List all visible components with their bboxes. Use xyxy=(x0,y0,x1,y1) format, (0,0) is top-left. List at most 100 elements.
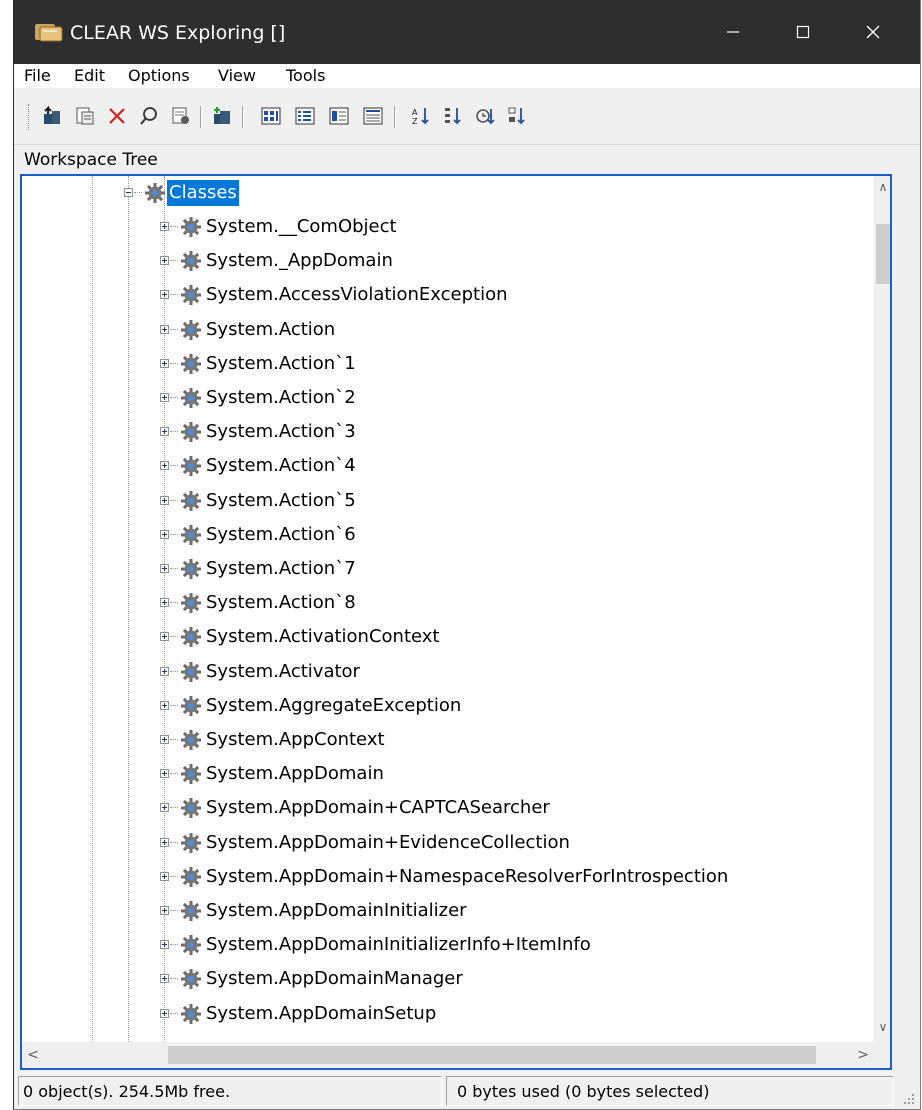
sort-order-button[interactable] xyxy=(506,105,528,127)
expand-toggle[interactable] xyxy=(160,940,169,950)
expand-toggle[interactable] xyxy=(160,290,169,300)
tree-row[interactable]: System.AggregateException xyxy=(22,689,874,723)
expand-toggle[interactable] xyxy=(160,461,169,471)
tree-node-label: System.Action`8 xyxy=(206,592,356,614)
tree-row[interactable]: System.Action`2 xyxy=(22,381,874,415)
resize-grip-icon[interactable] xyxy=(898,1088,916,1106)
tree-connector xyxy=(170,533,178,535)
up-folder-button[interactable] xyxy=(42,105,64,127)
tree-node-label: System.AccessViolationException xyxy=(206,284,508,306)
tree-node-label: System.Action`4 xyxy=(206,455,356,477)
tree-row[interactable]: System._AppDomain xyxy=(22,244,874,278)
tree-row[interactable]: System.ActivationContext xyxy=(22,620,874,654)
tree-row[interactable]: System.Action`8 xyxy=(22,586,874,620)
tree-row[interactable]: System.Action`4 xyxy=(22,449,874,483)
tree-row[interactable]: System.AppDomain+CAPTCASearcher xyxy=(22,791,874,825)
tree-row[interactable]: System.Action`1 xyxy=(22,347,874,381)
scroll-right-button[interactable]: > xyxy=(854,1046,872,1064)
tree-connector xyxy=(170,568,178,569)
tree-row[interactable]: System.AppDomainInitializerInfo+ItemInfo xyxy=(22,928,874,962)
tree-row[interactable]: System.AppContext xyxy=(22,723,874,757)
tree-row[interactable]: System.Action`7 xyxy=(22,552,874,586)
refresh-sort-button[interactable] xyxy=(474,105,496,127)
tree-row[interactable]: System.__ComObject xyxy=(22,210,874,244)
tree-row[interactable]: System.AppDomain+EvidenceCollection xyxy=(22,826,874,860)
tree-row[interactable]: System.Action xyxy=(22,313,874,347)
sort-descending-button[interactable] xyxy=(442,105,464,127)
expand-toggle[interactable] xyxy=(160,906,169,915)
title-bar[interactable]: CLEAR WS Exploring [] xyxy=(14,0,920,64)
tree-row[interactable]: System.Action`5 xyxy=(22,484,874,518)
expand-toggle[interactable] xyxy=(160,427,169,437)
expand-toggle[interactable] xyxy=(160,769,169,779)
toolbar-separator xyxy=(242,106,244,128)
tree-connector xyxy=(170,499,178,501)
tree-root-row[interactable]: Classes xyxy=(22,176,874,210)
expand-toggle[interactable] xyxy=(160,495,169,505)
maximize-icon xyxy=(796,25,810,39)
vertical-scrollbar[interactable]: ∧ ∨ xyxy=(874,176,890,1042)
delete-button[interactable] xyxy=(106,105,128,127)
process-button[interactable] xyxy=(170,105,192,127)
toolbar-grip[interactable] xyxy=(28,104,32,130)
close-button[interactable] xyxy=(838,0,908,64)
class-gear-icon xyxy=(181,319,201,340)
menu-file[interactable]: File xyxy=(20,64,55,88)
expand-toggle[interactable] xyxy=(160,529,169,539)
expand-toggle[interactable] xyxy=(160,598,169,608)
expand-toggle[interactable] xyxy=(160,803,169,813)
expand-toggle[interactable] xyxy=(160,871,169,881)
new-folder-button[interactable] xyxy=(212,105,234,127)
large-icons-button[interactable] xyxy=(260,105,282,127)
horizontal-scroll-thumb[interactable] xyxy=(168,1046,816,1064)
small-icons-button[interactable] xyxy=(294,105,316,127)
expand-toggle[interactable] xyxy=(160,324,169,334)
expand-toggle[interactable] xyxy=(160,700,169,710)
expand-toggle[interactable] xyxy=(160,564,169,573)
expand-toggle[interactable] xyxy=(160,974,169,984)
properties-button[interactable] xyxy=(74,105,96,127)
minimize-button[interactable] xyxy=(698,0,768,64)
workspace-tree[interactable]: Classes System.__ComObject System._AppDom… xyxy=(20,174,892,1070)
expand-toggle[interactable] xyxy=(160,735,169,744)
details-view-button[interactable] xyxy=(362,105,384,127)
tree-row[interactable]: System.AppDomainInitializer xyxy=(22,894,874,928)
scroll-down-button[interactable]: ∨ xyxy=(876,1018,890,1036)
find-button[interactable] xyxy=(138,105,160,127)
tree-row[interactable]: System.AccessViolationException xyxy=(22,278,874,312)
menu-options[interactable]: Options xyxy=(124,64,194,88)
menu-view[interactable]: View xyxy=(214,64,260,88)
expand-toggle[interactable] xyxy=(160,666,169,676)
tree-row[interactable]: System.AppDomainManager xyxy=(22,962,874,996)
expand-toggle[interactable] xyxy=(160,222,169,231)
tree-content: Classes System.__ComObject System._AppDom… xyxy=(22,176,874,1042)
expand-toggle[interactable] xyxy=(160,393,169,402)
sort-ascending-button[interactable]: AZ xyxy=(410,105,432,127)
tree-row[interactable]: System.Action`3 xyxy=(22,415,874,449)
delete-icon xyxy=(109,108,125,124)
scroll-left-button[interactable]: < xyxy=(24,1046,42,1064)
tree-row[interactable]: System.Action`6 xyxy=(22,518,874,552)
tree-connector xyxy=(170,704,178,706)
maximize-button[interactable] xyxy=(768,0,838,64)
class-gear-icon xyxy=(181,422,201,443)
expand-toggle[interactable] xyxy=(160,256,169,266)
list-view-button[interactable] xyxy=(328,105,350,127)
tree-node-label: System.Activator xyxy=(206,660,360,682)
expand-toggle[interactable] xyxy=(160,837,169,847)
tree-row[interactable]: System.AppDomain xyxy=(22,757,874,791)
expand-toggle[interactable] xyxy=(160,358,169,368)
vertical-scroll-thumb[interactable] xyxy=(876,224,890,284)
menu-tools[interactable]: Tools xyxy=(282,64,329,88)
expand-toggle[interactable] xyxy=(160,1008,169,1018)
scroll-up-button[interactable]: ∧ xyxy=(876,178,890,196)
tree-row[interactable]: System.AppDomain+NamespaceResolverForInt… xyxy=(22,860,874,894)
tree-row[interactable]: System.Activator xyxy=(22,655,874,689)
tree-row[interactable]: System.AppDomainSetup xyxy=(22,997,874,1031)
sort-ascending-icon: AZ xyxy=(412,108,429,126)
details-view-icon xyxy=(363,107,383,125)
menu-edit[interactable]: Edit xyxy=(70,64,109,88)
expand-toggle[interactable] xyxy=(160,632,169,642)
collapse-toggle[interactable] xyxy=(124,188,133,197)
horizontal-scrollbar[interactable]: < > xyxy=(22,1042,874,1068)
